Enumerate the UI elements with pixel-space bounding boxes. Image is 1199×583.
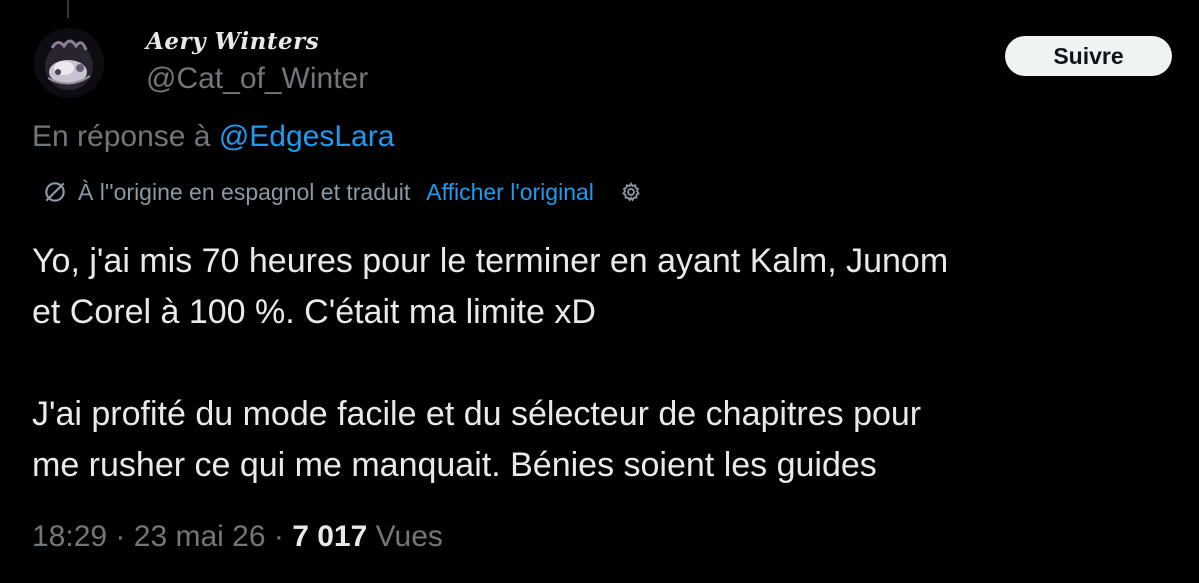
meta-separator: · xyxy=(115,520,126,553)
avatar-image xyxy=(34,28,104,98)
tweet-line: et Corel à 100 %. C'était ma limite xD xyxy=(32,293,596,331)
reply-mention-link[interactable]: @EdgesLara xyxy=(219,120,395,153)
tweet-time[interactable]: 18:29 xyxy=(32,520,107,553)
avatar[interactable] xyxy=(34,28,104,98)
author-handle[interactable]: @Cat_of_Winter xyxy=(146,62,368,96)
show-original-link[interactable]: Afficher l'original xyxy=(426,179,594,206)
gear-icon[interactable] xyxy=(616,177,646,207)
author-display-name[interactable]: Aery Winters xyxy=(146,28,319,55)
translate-icon xyxy=(40,177,70,207)
meta-separator: · xyxy=(273,520,284,553)
tweet-date[interactable]: 23 mai 26 xyxy=(134,520,266,553)
follow-button[interactable]: Suivre xyxy=(1005,36,1172,76)
tweet-line: J'ai profité du mode facile et du sélect… xyxy=(32,395,922,433)
translation-note: À l''origine en espagnol et traduit xyxy=(78,178,411,205)
tweet-text: Yo, j'ai mis 70 heures pour le terminer … xyxy=(32,236,1192,491)
tweet-line: Yo, j'ai mis 70 heures pour le terminer … xyxy=(32,242,949,280)
views-count[interactable]: 7 017 xyxy=(292,520,367,553)
tweet-meta: 18:29 · 23 mai 26 · 7 017 Vues xyxy=(32,520,443,554)
reply-context: En réponse à @EdgesLara xyxy=(32,120,394,154)
translation-bar: À l''origine en espagnol et traduit Affi… xyxy=(40,174,646,210)
tweet-line: me rusher ce qui me manquait. Bénies soi… xyxy=(32,446,877,484)
thread-connector-line xyxy=(67,0,69,18)
reply-prefix: En réponse à xyxy=(32,120,211,153)
views-label: Vues xyxy=(375,520,443,553)
